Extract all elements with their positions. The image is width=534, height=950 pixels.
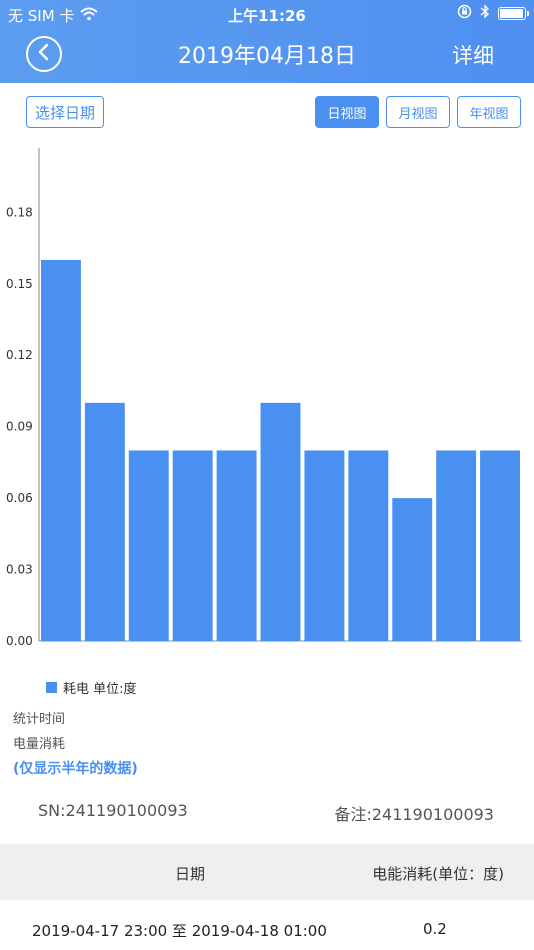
status-bar: 无 SIM 卡 上午11:26 bbox=[0, 0, 534, 28]
legend-label: 耗电 单位:度 bbox=[63, 682, 137, 697]
orientation-lock-icon bbox=[457, 4, 472, 23]
top-header: 无 SIM 卡 上午11:26 2019年04月18日 详细 bbox=[0, 0, 534, 83]
row-energy-value: 0.2 bbox=[423, 920, 447, 938]
bar bbox=[128, 450, 169, 641]
bar bbox=[260, 402, 301, 641]
battery-icon bbox=[498, 7, 529, 20]
bar bbox=[480, 450, 520, 641]
column-header-energy: 电能消耗(单位：度) bbox=[372, 865, 504, 883]
row-time-range: 2019-04-17 23:00 至 2019-04-18 01:00 bbox=[32, 922, 327, 940]
y-tick-label: 0.09 bbox=[6, 420, 33, 434]
consumption-label: 电量消耗 bbox=[13, 737, 66, 752]
y-tick-label: 0.06 bbox=[6, 491, 33, 505]
bar bbox=[41, 259, 81, 641]
energy-bar-chart: 0.00 0.03 0.06 0.09 0.12 0.15 0.18 bbox=[6, 148, 522, 648]
y-tick-label: 0.12 bbox=[6, 348, 33, 362]
year-view-button[interactable]: 年视图 bbox=[457, 96, 521, 128]
half-year-note: (仅显示半年的数据) bbox=[13, 761, 138, 777]
chart-legend: 耗电 单位:度 bbox=[46, 678, 137, 697]
bar bbox=[348, 450, 389, 641]
bar bbox=[84, 402, 125, 641]
stat-time-label: 统计时间 bbox=[13, 712, 66, 727]
y-tick-label: 0.18 bbox=[6, 205, 33, 219]
serial-number: SN:241190100093 bbox=[38, 801, 188, 820]
column-header-date: 日期 bbox=[175, 865, 206, 883]
detail-button[interactable]: 详细 bbox=[452, 40, 494, 70]
y-tick-label: 0.15 bbox=[6, 277, 33, 291]
remark: 备注:241190100093 bbox=[334, 805, 494, 824]
select-date-button[interactable]: 选择日期 bbox=[26, 96, 104, 128]
day-view-button[interactable]: 日视图 bbox=[315, 96, 379, 128]
table-header: 日期 电能消耗(单位：度) bbox=[0, 844, 534, 900]
table-row: 2019-04-17 23:00 至 2019-04-18 01:00 0.2 bbox=[0, 900, 534, 950]
bar bbox=[304, 450, 345, 641]
month-view-button[interactable]: 月视图 bbox=[386, 96, 450, 128]
legend-swatch bbox=[46, 682, 57, 693]
bluetooth-icon bbox=[480, 4, 490, 23]
bar bbox=[392, 498, 433, 641]
bar bbox=[436, 450, 477, 641]
status-time: 上午11:26 bbox=[228, 7, 306, 25]
y-tick-label: 0.00 bbox=[6, 634, 33, 648]
bar bbox=[172, 450, 213, 641]
bar bbox=[216, 450, 257, 641]
y-tick-label: 0.03 bbox=[6, 563, 33, 577]
